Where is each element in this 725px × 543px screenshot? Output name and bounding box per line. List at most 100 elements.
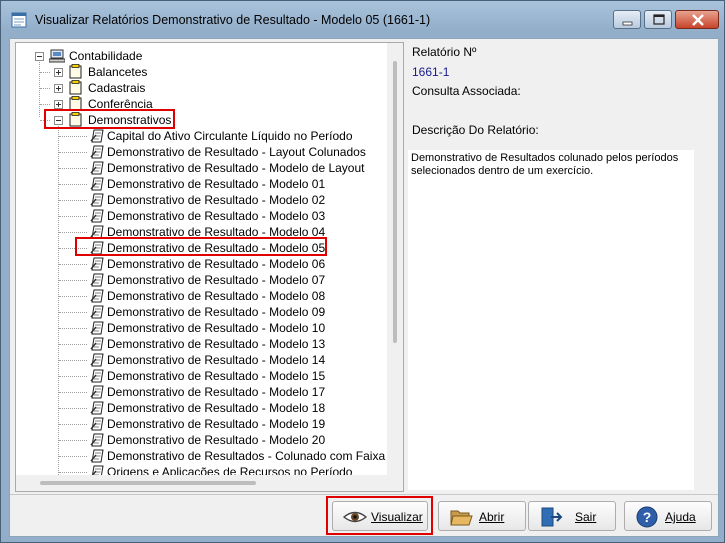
tree-node-cadastrais[interactable]: Cadastrais	[16, 80, 376, 96]
tree-report-label: Capital do Ativo Circulante Líquido no P…	[107, 129, 353, 143]
descricao-label: Descrição Do Relatório:	[412, 123, 539, 137]
tree-report-label: Demonstrativo de Resultados - Colunado c…	[107, 449, 396, 463]
tree-report-label: Demonstrativo de Resultado - Modelo 07	[107, 273, 326, 287]
tree-report-label: Demonstrativo de Resultado - Modelo 08	[107, 289, 326, 303]
tree-node-balancetes[interactable]: Balancetes	[16, 64, 376, 80]
report-app-icon	[11, 12, 27, 28]
svg-text:?: ?	[643, 509, 652, 525]
minimize-button[interactable]	[613, 10, 641, 29]
dialog-body: Contabilidade Balancetes Cadastrais Conf…	[9, 38, 719, 537]
report-document-icon	[90, 177, 105, 191]
tree-report-item[interactable]: Demonstrativo de Resultado - Modelo 14	[16, 352, 386, 368]
report-document-icon	[90, 321, 105, 335]
tree-report-item[interactable]: Demonstrativo de Resultado - Modelo 02	[16, 192, 386, 208]
collapse-icon[interactable]	[35, 52, 44, 61]
report-viewer-window: Visualizar Relatórios Demonstrativo de R…	[0, 0, 725, 543]
tree-report-label: Demonstrativo de Resultado - Modelo 17	[107, 385, 326, 399]
tree-report-item[interactable]: Capital do Ativo Circulante Líquido no P…	[16, 128, 386, 144]
tree-group-label: Balancetes	[88, 65, 148, 79]
report-document-icon	[90, 193, 105, 207]
sair-label: Sair	[575, 510, 597, 524]
title-bar[interactable]: Visualizar Relatórios Demonstrativo de R…	[1, 1, 724, 37]
tree-report-label: Demonstrativo de Resultado - Layout Colu…	[107, 145, 366, 159]
report-tree[interactable]: Contabilidade Balancetes Cadastrais Conf…	[15, 42, 404, 492]
report-group-icon	[69, 64, 82, 79]
report-document-icon	[90, 273, 105, 287]
tree-report-label: Demonstrativo de Resultado - Modelo 02	[107, 193, 326, 207]
tree-report-item[interactable]: Demonstrativo de Resultado - Modelo 01	[16, 176, 386, 192]
highlight-demonstrativos	[44, 109, 175, 129]
consulta-label: Consulta Associada:	[412, 84, 521, 98]
report-document-icon	[90, 161, 105, 175]
action-bar: Visualizar Abrir Sair ? Ajuda	[10, 494, 718, 537]
help-icon: ?	[636, 506, 658, 528]
tree-report-label: Demonstrativo de Resultado - Modelo 14	[107, 353, 326, 367]
panel-splitter[interactable]	[404, 42, 407, 490]
report-document-icon	[90, 289, 105, 303]
report-number-label: Relatório Nº	[412, 45, 477, 59]
report-document-icon	[90, 353, 105, 367]
window-title: Visualizar Relatórios Demonstrativo de R…	[35, 13, 431, 27]
tree-root-label: Contabilidade	[69, 49, 143, 63]
folder-open-icon	[450, 510, 473, 526]
sair-button[interactable]: Sair	[528, 501, 616, 531]
tree-report-item[interactable]: Demonstrativo de Resultado - Modelo 09	[16, 304, 386, 320]
scrollbar-thumb[interactable]	[40, 481, 256, 485]
report-group-icon	[69, 80, 82, 95]
tree-report-item[interactable]: Demonstrativo de Resultado - Modelo 15	[16, 368, 386, 384]
tree-group-label: Cadastrais	[88, 81, 146, 95]
report-document-icon	[90, 401, 105, 415]
tree-report-item[interactable]: Demonstrativo de Resultado - Modelo 10	[16, 320, 386, 336]
abrir-button[interactable]: Abrir	[438, 501, 526, 531]
report-document-icon	[90, 129, 105, 143]
close-window-button[interactable]	[675, 10, 719, 29]
report-document-icon	[90, 305, 105, 319]
tree-report-item[interactable]: Demonstrativo de Resultado - Modelo 18	[16, 400, 386, 416]
tree-report-label: Demonstrativo de Resultado - Modelo 01	[107, 177, 326, 191]
tree-report-label: Demonstrativo de Resultado - Modelo 06	[107, 257, 326, 271]
report-info-panel: Relatório Nº 1661-1 Consulta Associada: …	[408, 42, 714, 490]
expand-icon[interactable]	[54, 84, 63, 93]
tree-report-item[interactable]: Demonstrativo de Resultado - Modelo 08	[16, 288, 386, 304]
tree-vertical-scrollbar[interactable]	[387, 43, 403, 491]
tree-horizontal-scrollbar[interactable]	[16, 475, 387, 491]
tree-report-item[interactable]: Demonstrativo de Resultado - Modelo de L…	[16, 160, 386, 176]
tree-report-label: Demonstrativo de Resultado - Modelo de L…	[107, 161, 365, 175]
tree-report-item[interactable]: Demonstrativo de Resultado - Modelo 19	[16, 416, 386, 432]
tree-report-item[interactable]: Demonstrativo de Resultado - Modelo 20	[16, 432, 386, 448]
computer-icon	[49, 49, 65, 63]
tree-report-label: Demonstrativo de Resultado - Modelo 03	[107, 209, 326, 223]
report-document-icon	[90, 449, 105, 463]
report-description: Demonstrativo de Resultados colunado pel…	[408, 150, 694, 490]
exit-icon	[541, 507, 563, 527]
tree-report-item[interactable]: Demonstrativo de Resultado - Modelo 17	[16, 384, 386, 400]
ajuda-label: Ajuda	[665, 510, 696, 524]
tree-report-item[interactable]: Demonstrativo de Resultado - Modelo 07	[16, 272, 386, 288]
tree-report-item[interactable]: Demonstrativo de Resultado - Layout Colu…	[16, 144, 386, 160]
tree-report-item[interactable]: Demonstrativo de Resultado - Modelo 03	[16, 208, 386, 224]
report-document-icon	[90, 337, 105, 351]
report-document-icon	[90, 417, 105, 431]
tree-report-label: Demonstrativo de Resultado - Modelo 18	[107, 401, 326, 415]
expand-icon[interactable]	[54, 68, 63, 77]
tree-report-item[interactable]: Demonstrativo de Resultado - Modelo 13	[16, 336, 386, 352]
maximize-icon	[653, 14, 665, 25]
report-document-icon	[90, 257, 105, 271]
tree-node-contabilidade[interactable]: Contabilidade	[16, 48, 376, 64]
scrollbar-thumb[interactable]	[393, 61, 397, 343]
report-number-value: 1661-1	[412, 65, 450, 79]
tree-report-label: Demonstrativo de Resultado - Modelo 13	[107, 337, 326, 351]
tree-report-item[interactable]: Demonstrativo de Resultados - Colunado c…	[16, 448, 395, 464]
ajuda-button[interactable]: ? Ajuda	[624, 501, 712, 531]
tree-report-label: Demonstrativo de Resultado - Modelo 10	[107, 321, 326, 335]
tree-report-label: Demonstrativo de Resultado - Modelo 09	[107, 305, 326, 319]
report-document-icon	[90, 145, 105, 159]
report-document-icon	[90, 385, 105, 399]
report-document-icon	[90, 433, 105, 447]
maximize-button[interactable]	[644, 10, 672, 29]
tree-report-item[interactable]: Demonstrativo de Resultado - Modelo 06	[16, 256, 386, 272]
highlight-visualizar	[326, 496, 433, 535]
tree-report-label: Demonstrativo de Resultado - Modelo 19	[107, 417, 326, 431]
expand-icon[interactable]	[54, 100, 63, 109]
report-document-icon	[90, 369, 105, 383]
